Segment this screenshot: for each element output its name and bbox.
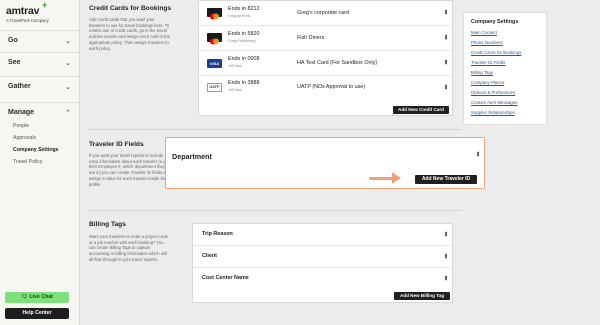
more-options-icon[interactable]: ••• — [441, 253, 448, 257]
more-options-icon[interactable]: ••• — [441, 84, 448, 88]
link-main-contact[interactable]: Main Contact — [471, 30, 497, 35]
live-chat-button[interactable]: 🗨 Live Chat — [5, 292, 69, 303]
chevron-down-icon: ⌄ — [65, 60, 71, 67]
card-holder: Jeff Kaw — [228, 88, 242, 92]
add-billing-tag-button[interactable]: Add New Billing Tag — [394, 292, 450, 300]
visa-icon: VISA — [207, 59, 222, 68]
more-options-icon[interactable]: ••• — [441, 231, 448, 235]
link-traveler-id-fields[interactable]: Traveler ID Fields — [471, 60, 505, 65]
chevron-up-icon: ⌃ — [65, 110, 71, 117]
company-settings-panel-title: Company Settings — [471, 19, 519, 25]
card-name: Greg's corporate card — [297, 10, 349, 16]
nav-section-label: Gather — [8, 83, 31, 90]
credit-card-row: UATP Ends in 3888 Jeff Kaw UATP (NDs App… — [199, 76, 452, 103]
nav-item-company-settings[interactable]: Company Settings — [13, 147, 59, 153]
nav-section-see[interactable]: See ⌄ — [0, 52, 80, 74]
traveler-id-title: Traveler ID Fields — [89, 141, 144, 148]
brand-tagline: A TravelPerk Company — [6, 18, 49, 23]
card-number: Ends in 8212 — [228, 6, 260, 12]
nav-section-label: See — [8, 59, 21, 66]
nav-item-people[interactable]: People — [13, 123, 29, 129]
more-options-icon[interactable]: ••• — [473, 151, 480, 155]
pointer-arrow-head — [392, 172, 401, 184]
card-name: Fish Diners — [297, 35, 325, 41]
credit-cards-title: Credit Cards for Bookings — [89, 5, 172, 12]
billing-tag-name: Cost Center Name — [202, 275, 249, 281]
card-name: UATP (NDs Approval to use) — [297, 84, 366, 90]
mastercard-icon — [207, 33, 222, 45]
nav-section-label: Manage — [8, 109, 35, 116]
card-holder: Craig Fichtelberg — [228, 39, 256, 43]
nav-section-gather[interactable]: Gather ⌄ — [0, 76, 80, 98]
credit-card-row: VISA Ends in 0008 Jeff Kaw HA Test Card … — [199, 51, 452, 76]
link-supplier-relationships[interactable]: Supplier Relationships — [471, 110, 515, 115]
more-options-icon[interactable]: ••• — [441, 59, 448, 63]
section-divider — [87, 210, 462, 211]
credit-card-row: Ends in 5820 Craig Fichtelberg Fish Dine… — [199, 26, 452, 51]
nav-item-travel-policy[interactable]: Travel Policy — [13, 159, 43, 165]
nav-section-label: Go — [8, 37, 18, 44]
nav-section-go[interactable]: Go ⌄ — [0, 30, 80, 52]
nav-section-manage[interactable]: Manage ⌃ — [0, 102, 80, 124]
billing-tags-card: Trip Reason ••• Client ••• Cost Center N… — [192, 223, 453, 303]
billing-tag-row: Cost Center Name ••• — [193, 268, 452, 290]
traveler-id-description: If you want your travel reports to inclu… — [89, 153, 171, 187]
add-credit-card-button[interactable]: Add New Credit Card — [393, 106, 449, 114]
link-options-preferences[interactable]: Options & Preferences — [471, 90, 515, 95]
add-traveler-id-button[interactable]: Add New Traveler ID — [415, 175, 477, 184]
billing-tag-row: Client ••• — [193, 246, 452, 268]
billing-tags-description: Want your travelers to enter a project c… — [89, 234, 168, 262]
credit-card-row: Ends in 8212 Gregory Kreis Greg's corpor… — [199, 1, 452, 26]
chevron-down-icon: ⌄ — [65, 84, 71, 91]
credit-cards-description: Add credit cards that you want your trav… — [89, 17, 171, 51]
credit-cards-card: Ends in 8212 Gregory Kreis Greg's corpor… — [198, 0, 453, 116]
chevron-down-icon: ⌄ — [65, 38, 71, 45]
card-holder: Gregory Kreis — [228, 14, 251, 18]
nav-item-approvals[interactable]: Approvals — [13, 135, 36, 141]
mastercard-icon — [207, 8, 222, 20]
pointer-arrow-shaft — [369, 177, 393, 180]
company-settings-panel: Company Settings Main Contact Phone Numb… — [463, 12, 547, 125]
live-chat-label: Live Chat — [29, 294, 53, 300]
sidebar: amtrav + A TravelPerk Company Go ⌄ See ⌄… — [0, 0, 80, 325]
more-options-icon[interactable]: ••• — [441, 9, 448, 13]
link-billing-tags[interactable]: Billing Tags — [471, 70, 493, 75]
amtrav-logo[interactable]: amtrav + A TravelPerk Company — [6, 0, 49, 23]
link-phone-numbers[interactable]: Phone Numbers — [471, 40, 503, 45]
billing-tag-row: Trip Reason ••• — [193, 224, 452, 246]
billing-tags-title: Billing Tags — [89, 221, 126, 228]
traveler-id-field-name: Department — [172, 152, 212, 161]
card-number: Ends in 3888 — [228, 80, 260, 86]
card-number: Ends in 5820 — [228, 31, 260, 37]
section-divider — [87, 129, 462, 130]
chat-bubble-icon: 🗨 — [21, 294, 28, 300]
brand-plus-mark: + — [42, 0, 48, 10]
more-options-icon[interactable]: ••• — [441, 34, 448, 38]
billing-tag-name: Client — [202, 253, 217, 259]
card-name: HA Test Card (For Sandbox Only) — [297, 60, 378, 66]
link-credit-cards[interactable]: Credit Cards for Bookings — [471, 50, 521, 55]
card-holder: Jeff Kaw — [228, 64, 242, 68]
billing-tag-name: Trip Reason — [202, 231, 233, 237]
traveler-id-card: Department ••• Add New Traveler ID — [165, 137, 485, 189]
uatp-icon: UATP — [207, 83, 222, 92]
more-options-icon[interactable]: ••• — [441, 275, 448, 279]
link-custom-alert-messages[interactable]: Custom Alert Messages — [471, 100, 517, 105]
help-center-button[interactable]: Help Center — [5, 308, 69, 319]
card-number: Ends in 0008 — [228, 56, 260, 62]
link-company-places[interactable]: Company Places — [471, 80, 504, 85]
